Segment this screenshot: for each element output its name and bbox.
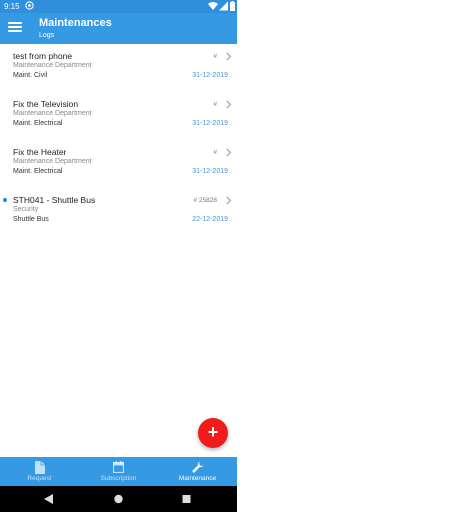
unread-dot bbox=[3, 198, 7, 202]
add-log-button[interactable]: + bbox=[198, 418, 228, 448]
signal-icon bbox=[219, 1, 228, 11]
log-date: 31-12-2019 bbox=[192, 168, 228, 175]
log-title: Fix the Television bbox=[13, 99, 79, 109]
log-date: 31-12-2019 bbox=[192, 72, 228, 79]
document-icon bbox=[35, 461, 45, 474]
log-number: # bbox=[213, 149, 217, 156]
app-bar: Maintenances Logs bbox=[0, 13, 237, 44]
log-category: Maint. Civil bbox=[13, 72, 48, 79]
log-number: # bbox=[213, 101, 217, 108]
log-department: Maintenance Department bbox=[13, 62, 92, 69]
log-list-item[interactable]: Fix the Television Maintenance Departmen… bbox=[0, 92, 237, 140]
home-icon[interactable] bbox=[114, 494, 123, 504]
log-title: STH041 - Shuttle Bus bbox=[13, 195, 96, 205]
calendar-icon bbox=[113, 461, 124, 473]
log-title: Fix the Heater bbox=[13, 147, 67, 157]
chevron-right-icon bbox=[226, 100, 232, 109]
app-screen: 9:15 Maintenances Logs test from phone M… bbox=[0, 0, 237, 512]
chevron-right-icon bbox=[226, 52, 232, 61]
log-category: Shuttle Bus bbox=[13, 216, 49, 223]
notification-icon bbox=[25, 1, 34, 10]
log-department: Security bbox=[13, 206, 39, 213]
page-subtitle: Logs bbox=[39, 32, 55, 39]
recents-icon[interactable] bbox=[182, 494, 191, 504]
plus-icon: + bbox=[207, 422, 219, 442]
log-department: Maintenance Department bbox=[13, 110, 92, 117]
logs-list: test from phone Maintenance Department M… bbox=[0, 44, 237, 236]
tab-request[interactable]: Request bbox=[0, 457, 79, 486]
back-icon[interactable] bbox=[44, 494, 53, 504]
page-title: Maintenances bbox=[39, 17, 112, 29]
log-list-item[interactable]: STH041 - Shuttle Bus Security Shuttle Bu… bbox=[0, 188, 237, 236]
status-bar: 9:15 bbox=[0, 0, 237, 13]
tab-subscription[interactable]: Subscription bbox=[79, 457, 158, 486]
chevron-right-icon bbox=[226, 196, 232, 205]
tab-label: Subscription bbox=[100, 475, 137, 482]
wrench-icon bbox=[192, 461, 204, 473]
tab-label: Maintenance bbox=[178, 475, 217, 482]
system-navigation-bar bbox=[0, 486, 237, 512]
tab-maintenance[interactable]: Maintenance bbox=[158, 457, 237, 486]
hamburger-menu-icon[interactable] bbox=[8, 22, 22, 34]
log-list-item[interactable]: Fix the Heater Maintenance Department Ma… bbox=[0, 140, 237, 188]
battery-icon bbox=[230, 1, 235, 11]
tab-label: Request bbox=[27, 475, 52, 482]
log-department: Maintenance Department bbox=[13, 158, 92, 165]
chevron-right-icon bbox=[226, 148, 232, 157]
log-date: 22-12-2019 bbox=[192, 216, 228, 223]
log-title: test from phone bbox=[13, 51, 73, 61]
wifi-icon bbox=[208, 2, 218, 10]
log-category: Maint. Electrical bbox=[13, 168, 63, 175]
log-number: # 25828 bbox=[193, 197, 218, 204]
bottom-navigation: Request Subscription Maintenance bbox=[0, 457, 237, 486]
log-number: # bbox=[213, 53, 217, 60]
status-time: 9:15 bbox=[4, 2, 20, 11]
log-date: 31-12-2019 bbox=[192, 120, 228, 127]
log-category: Maint. Electrical bbox=[13, 120, 63, 127]
log-list-item[interactable]: test from phone Maintenance Department M… bbox=[0, 44, 237, 92]
